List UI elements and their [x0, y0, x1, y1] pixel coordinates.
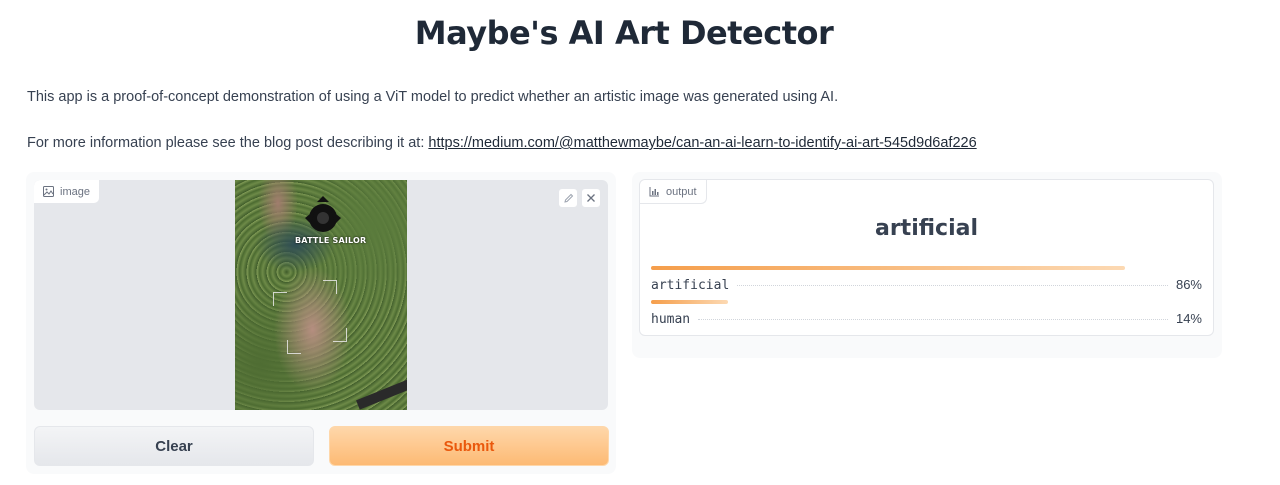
- remove-image-button[interactable]: [581, 188, 601, 208]
- image-label-text: image: [60, 185, 90, 198]
- clear-button[interactable]: Clear: [34, 426, 314, 466]
- more-info-text: For more information please see the blog…: [27, 135, 977, 151]
- confidence-value: 86%: [1175, 277, 1202, 292]
- target-bracket: [333, 328, 347, 342]
- target-bracket: [323, 280, 337, 294]
- output-box: output artificial artificial 86% human 1…: [639, 179, 1214, 336]
- edit-image-button[interactable]: [558, 188, 578, 208]
- target-bracket: [287, 340, 301, 354]
- uploaded-image: BATTLE SAILOR: [235, 180, 407, 410]
- predicted-label: artificial: [874, 216, 979, 241]
- image-label: image: [34, 180, 100, 204]
- blog-link[interactable]: https://medium.com/@matthewmaybe/can-an-…: [428, 135, 976, 151]
- page-title: Maybe's AI Art Detector: [414, 14, 834, 52]
- aircraft-wing: [356, 370, 407, 410]
- input-panel: BATTLE SAILOR image Clear Submit: [26, 172, 616, 474]
- image-upload-box[interactable]: BATTLE SAILOR image: [34, 180, 608, 410]
- confidence-item: human 14%: [651, 300, 1202, 327]
- pencil-icon: [563, 193, 573, 203]
- confidence-bar: [651, 266, 1125, 270]
- output-label: output: [640, 180, 707, 204]
- output-label-text: output: [666, 185, 697, 198]
- bar-chart-icon: [649, 187, 659, 197]
- submit-button[interactable]: Submit: [329, 426, 609, 466]
- close-icon: [587, 194, 595, 202]
- output-panel: output artificial artificial 86% human 1…: [632, 172, 1222, 358]
- confidence-label: artificial: [651, 278, 730, 293]
- app-description: This app is a proof-of-concept demonstra…: [27, 89, 839, 105]
- confidence-label: human: [651, 312, 691, 327]
- confidence-bar: [651, 300, 729, 304]
- target-bracket: [273, 292, 287, 306]
- image-icon: [43, 186, 54, 197]
- confidence-item: artificial 86%: [651, 266, 1202, 293]
- watermark-text: BATTLE SAILOR: [295, 236, 367, 245]
- more-info-prefix: For more information please see the blog…: [27, 135, 429, 151]
- confidence-value: 14%: [1175, 311, 1202, 326]
